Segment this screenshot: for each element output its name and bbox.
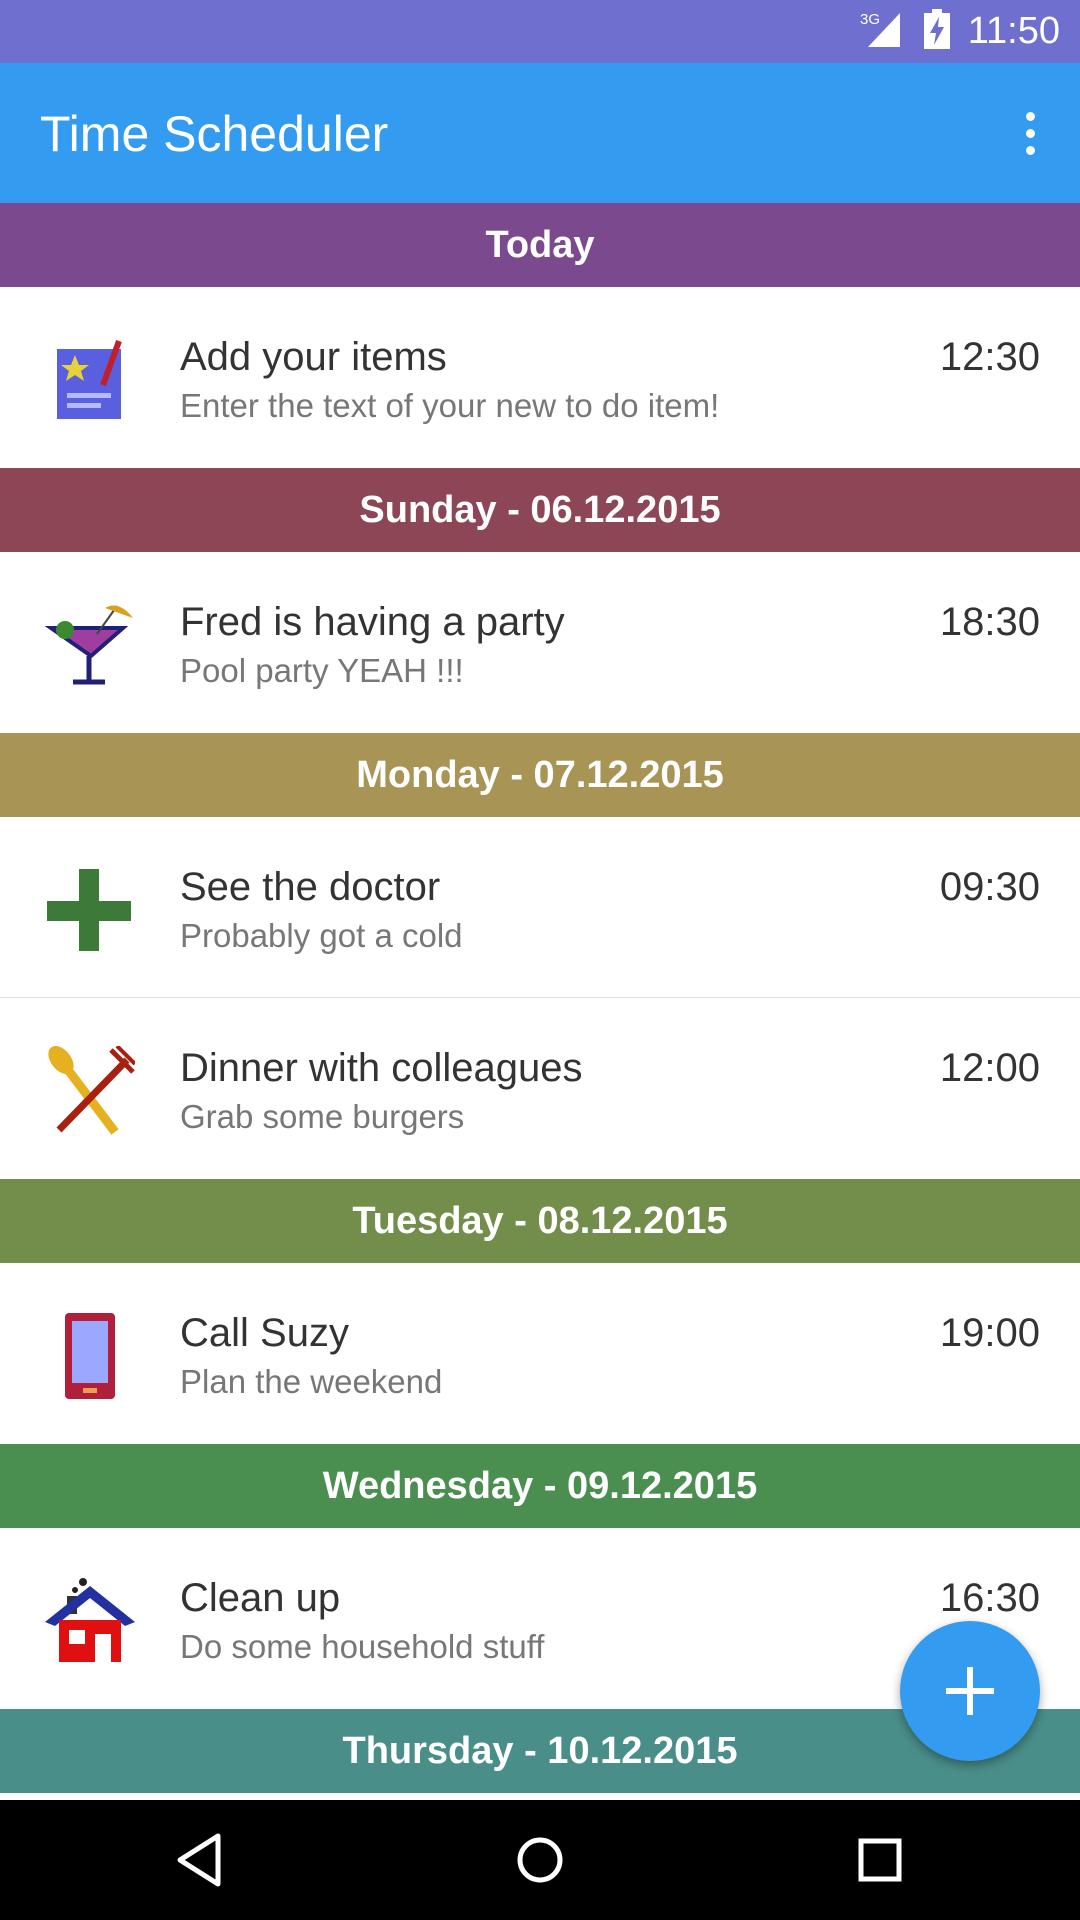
status-icons: 3G 11:50 (860, 0, 1060, 63)
section-header-label: Sunday - 06.12.2015 (359, 488, 721, 531)
section-header-label: Monday - 07.12.2015 (356, 753, 724, 796)
item-title: Call Suzy (180, 1311, 349, 1355)
list-item[interactable]: Call Suzy Plan the weekend 19:00 (0, 1263, 1080, 1444)
menu-dot (1025, 111, 1035, 121)
app-title: Time Scheduler (40, 106, 389, 162)
list-item[interactable]: See the doctor Probably got a cold 09:30 (0, 817, 1080, 998)
more-vert-icon[interactable] (1002, 103, 1058, 163)
menu-dot (1025, 128, 1035, 138)
add-item-button[interactable] (900, 1621, 1040, 1761)
item-title: Fred is having a party (180, 600, 565, 644)
item-time: 19:00 (939, 1311, 1040, 1355)
signal-icon: 3G (860, 9, 906, 54)
phone-icon (45, 1311, 135, 1401)
navigation-bar (0, 1800, 1080, 1920)
item-subtitle: Probably got a cold (180, 917, 463, 954)
item-title: Add your items (180, 335, 447, 379)
item-subtitle: Grab some burgers (180, 1098, 465, 1135)
item-subtitle: Do some household stuff (180, 1628, 545, 1665)
section-header-sunday: Sunday - 06.12.2015 (0, 468, 1080, 552)
item-time: 18:30 (939, 600, 1040, 644)
fork-knife-icon (45, 1044, 137, 1136)
item-title: Dinner with colleagues (180, 1046, 583, 1090)
battery-icon (923, 9, 950, 54)
house-icon (45, 1576, 135, 1666)
home-icon[interactable] (500, 1820, 580, 1900)
menu-dot (1025, 145, 1035, 155)
section-header-today: Today (0, 203, 1080, 287)
status-time: 11:50 (967, 10, 1060, 52)
section-header-wednesday: Wednesday - 09.12.2015 (0, 1444, 1080, 1528)
section-header-label: Wednesday - 09.12.2015 (322, 1464, 758, 1507)
section-header-tuesday: Tuesday - 08.12.2015 (0, 1179, 1080, 1263)
back-icon[interactable] (160, 1820, 240, 1900)
section-header-label: Today (485, 223, 595, 266)
app-bar: Time Scheduler (0, 63, 1080, 203)
list-item[interactable]: Dinner with colleagues Grab some burgers… (0, 998, 1080, 1179)
schedule-list: Today Add your items Enter the text of y… (0, 203, 1080, 1793)
item-subtitle: Enter the text of your new to do item! (180, 387, 720, 424)
list-item[interactable]: Add your items Enter the text of your ne… (0, 287, 1080, 468)
section-header-label: Tuesday - 08.12.2015 (352, 1199, 728, 1242)
network-type-label: 3G (860, 11, 880, 28)
item-time: 16:30 (939, 1576, 1040, 1620)
status-bar: 3G 11:50 (0, 0, 1080, 63)
add-icon (946, 1667, 994, 1715)
notepad-icon (45, 335, 135, 425)
item-title: See the doctor (180, 865, 441, 909)
item-title: Clean up (180, 1576, 341, 1620)
recents-icon[interactable] (840, 1820, 920, 1900)
item-time: 12:30 (939, 335, 1040, 379)
item-time: 09:30 (939, 865, 1040, 909)
section-header-monday: Monday - 07.12.2015 (0, 733, 1080, 817)
item-time: 12:00 (939, 1046, 1040, 1090)
cocktail-icon (44, 600, 135, 690)
section-header-label: Thursday - 10.12.2015 (342, 1729, 738, 1772)
item-subtitle: Pool party YEAH !!! (180, 652, 464, 689)
list-item[interactable]: Fred is having a party Pool party YEAH !… (0, 552, 1080, 733)
item-subtitle: Plan the weekend (180, 1363, 443, 1400)
medical-cross-icon (45, 865, 135, 955)
